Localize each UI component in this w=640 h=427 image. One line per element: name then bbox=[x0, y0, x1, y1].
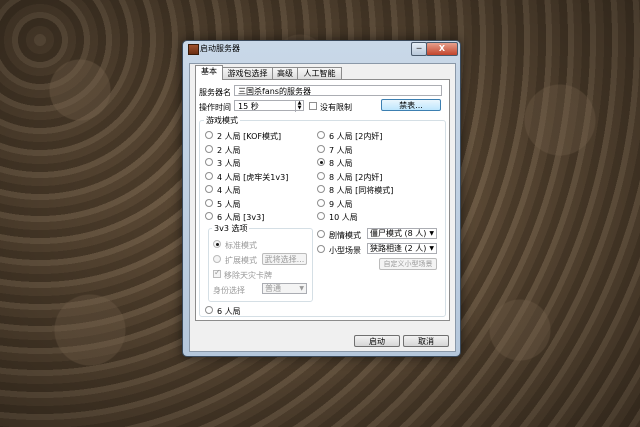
chevron-down-icon: ▼ bbox=[429, 245, 434, 252]
mini-scene-select[interactable]: 狭路相逢 (2 人) ▼ bbox=[367, 243, 437, 254]
radio-left-1[interactable] bbox=[205, 144, 213, 153]
role-select[interactable]: 普通 ▼ bbox=[262, 283, 307, 294]
exclude-disaster-label: 移除天灾卡牌 bbox=[224, 271, 272, 280]
tab-ai[interactable]: 人工智能 bbox=[297, 67, 342, 79]
game-mode-title: 游戏模式 bbox=[204, 115, 240, 126]
mini-scene-label: 小型场景 bbox=[329, 246, 361, 255]
radio-mini-scene[interactable] bbox=[317, 245, 325, 253]
cancel-button[interactable]: 取消 bbox=[403, 335, 449, 347]
radio-right-1[interactable] bbox=[317, 144, 325, 153]
exclude-disaster-checkbox[interactable]: ✓ bbox=[213, 268, 221, 278]
start-button[interactable]: 启动 bbox=[354, 335, 400, 347]
close-button[interactable]: X bbox=[426, 42, 458, 56]
mode-label-right-6: 10 人局 bbox=[329, 213, 358, 222]
chevron-down-icon: ▼ bbox=[429, 230, 434, 237]
mode-label-left-1: 2 人局 bbox=[217, 145, 241, 155]
radio-scenario-mode[interactable] bbox=[317, 230, 325, 238]
mode-label-left-6: 6 人局 [3v3] bbox=[217, 213, 265, 222]
timeout-label: 操作时间 bbox=[199, 103, 231, 112]
ban-list-button[interactable]: 禁表... bbox=[381, 99, 441, 111]
v3-options-title: 3v3 选项 bbox=[212, 223, 250, 234]
custom-mini-scene-button[interactable]: 自定义小型场景 bbox=[379, 258, 437, 270]
six-player-label: 6 人局 bbox=[217, 307, 241, 316]
checkmark-icon: ✓ bbox=[214, 268, 221, 277]
timeout-spinbox[interactable]: 15 秒 ▲ ▼ bbox=[234, 100, 304, 112]
mode-label-left-5: 5 人局 bbox=[217, 199, 241, 209]
mode-label-right-4: 8 人局 [同将模式] bbox=[329, 186, 394, 195]
radio-v3-extended[interactable] bbox=[213, 255, 221, 263]
role-select-label: 身份选择 bbox=[213, 286, 245, 295]
mode-label-left-3: 4 人局 [虎牢关1v3] bbox=[217, 172, 289, 182]
radio-left-3[interactable] bbox=[205, 171, 213, 180]
spin-arrows-icon[interactable]: ▲ ▼ bbox=[295, 101, 303, 112]
radio-left-5[interactable] bbox=[205, 198, 213, 207]
mode-label-left-4: 4 人局 bbox=[217, 186, 241, 195]
radio-left-2[interactable] bbox=[205, 158, 213, 166]
select-generals-button[interactable]: 武将选择... bbox=[262, 253, 307, 265]
tab-advanced[interactable]: 高级 bbox=[272, 67, 298, 79]
radio-six-player[interactable] bbox=[205, 306, 213, 314]
mode-label-left-2: 3 人局 bbox=[217, 159, 241, 168]
radio-left-0[interactable] bbox=[205, 131, 213, 139]
scenario-label: 剧情模式 bbox=[329, 231, 361, 240]
server-name-label: 服务器名 bbox=[199, 88, 231, 97]
no-limit-label: 没有限制 bbox=[320, 103, 352, 112]
mini-scene-select-value: 狭路相逢 (2 人) bbox=[370, 244, 427, 253]
tab-basic[interactable]: 基本 bbox=[195, 65, 223, 80]
timeout-value: 15 秒 bbox=[238, 102, 259, 111]
title-bar[interactable]: 启动服务器 ─ X bbox=[183, 41, 460, 57]
scenario-select[interactable]: 僵尸模式 (8 人) ▼ bbox=[367, 228, 437, 239]
mode-label-right-0: 6 人局 [2内奸] bbox=[329, 132, 383, 141]
scenario-select-value: 僵尸模式 (8 人) bbox=[370, 229, 427, 238]
mode-label-right-1: 7 人局 bbox=[329, 145, 353, 155]
radio-right-5[interactable] bbox=[317, 198, 325, 207]
mode-label-right-3: 8 人局 [2内奸] bbox=[329, 172, 383, 182]
radio-right-4[interactable] bbox=[317, 185, 325, 193]
mode-label-right-5: 9 人局 bbox=[329, 199, 353, 209]
minimize-button[interactable]: ─ bbox=[411, 42, 427, 56]
tab-panel-basic: 服务器名 三国杀fans的服务器 操作时间 15 秒 ▲ ▼ 没有限制 禁表...… bbox=[195, 79, 450, 321]
mode-label-right-2: 8 人局 bbox=[329, 159, 353, 168]
mode-label-left-0: 2 人局 [KOF模式] bbox=[217, 132, 282, 141]
tab-package-select[interactable]: 游戏包选择 bbox=[222, 67, 273, 79]
radio-v3-standard[interactable] bbox=[213, 240, 221, 248]
radio-right-0[interactable] bbox=[317, 131, 325, 139]
app-icon bbox=[188, 44, 199, 55]
chevron-down-icon: ▼ bbox=[299, 285, 304, 292]
no-limit-checkbox[interactable] bbox=[309, 102, 317, 110]
v3-standard-label: 标准模式 bbox=[225, 241, 257, 250]
radio-right-2[interactable] bbox=[317, 158, 325, 166]
role-select-value: 普通 bbox=[265, 284, 281, 293]
start-server-dialog: 启动服务器 ─ X 基本 游戏包选择 高级 人工智能 服务器名 三国杀fans的… bbox=[182, 40, 461, 357]
server-name-input[interactable]: 三国杀fans的服务器 bbox=[234, 85, 442, 96]
window-title: 启动服务器 bbox=[200, 44, 240, 53]
radio-right-6[interactable] bbox=[317, 212, 325, 220]
radio-right-3[interactable] bbox=[317, 171, 325, 180]
radio-left-6[interactable] bbox=[205, 212, 213, 220]
radio-left-4[interactable] bbox=[205, 185, 213, 193]
v3-extended-label: 扩展模式 bbox=[225, 256, 257, 265]
